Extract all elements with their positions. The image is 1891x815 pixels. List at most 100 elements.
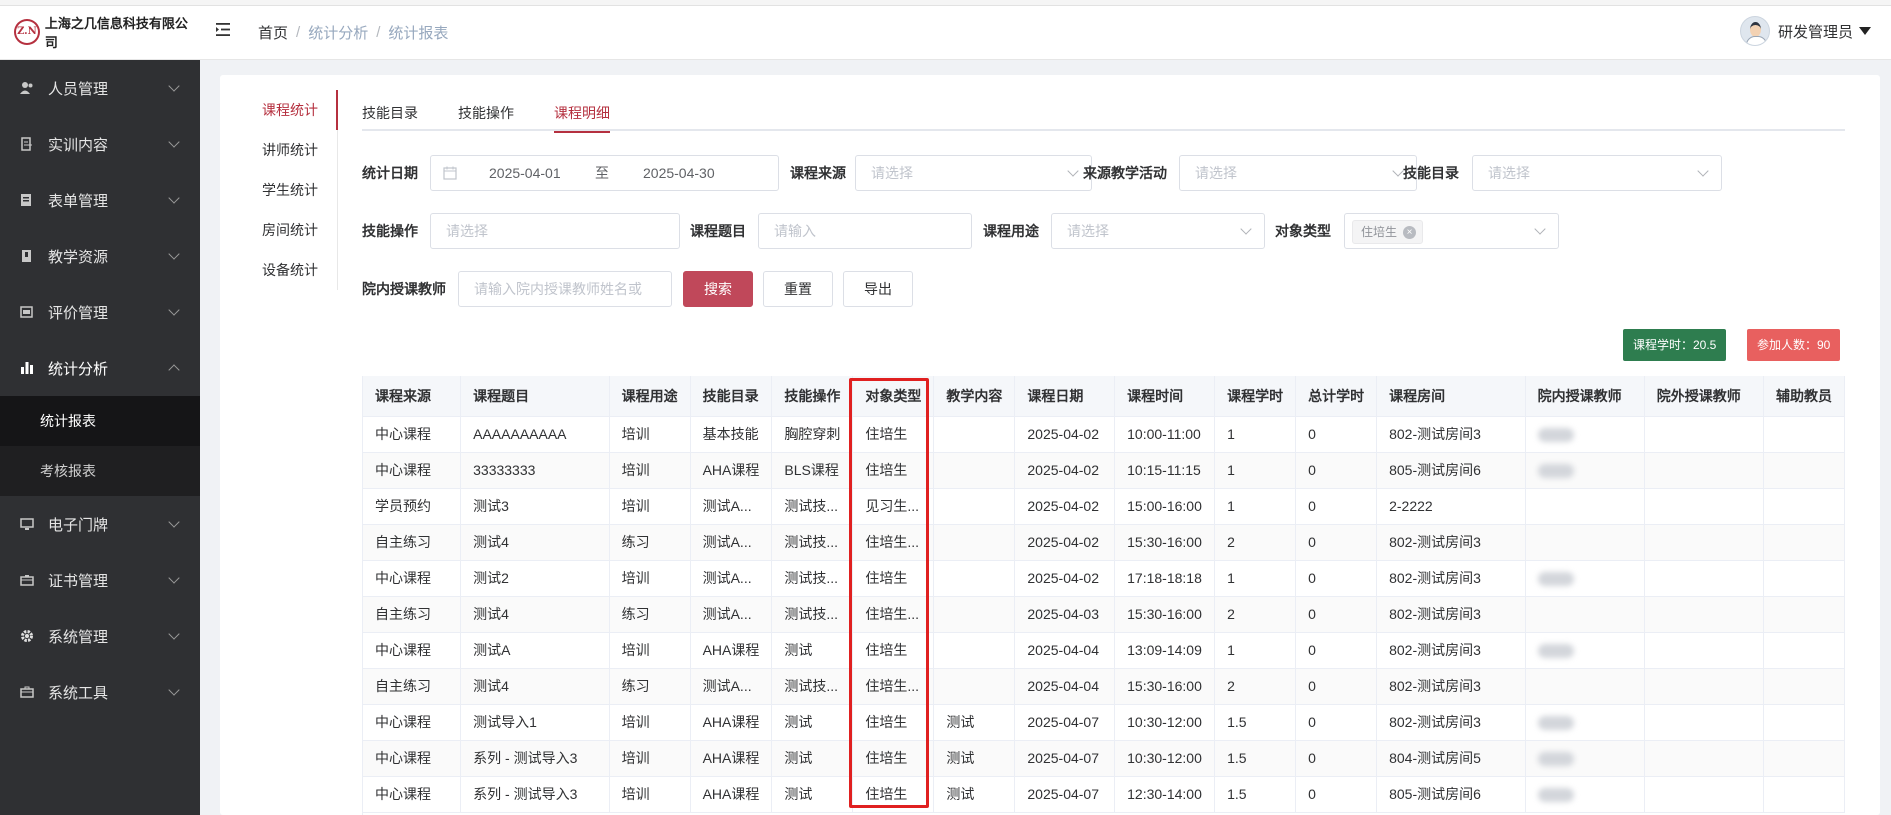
table-cell: 0	[1295, 560, 1378, 597]
table-cell	[1644, 632, 1764, 669]
teacher-input[interactable]: 请输入院内授课教师姓名或	[458, 271, 672, 307]
source-select[interactable]: 请选择	[855, 155, 1092, 191]
sidebar-item-resources[interactable]: 教学资源	[0, 228, 200, 284]
table-cell: 33333333	[460, 452, 610, 489]
tab-skill-operation[interactable]: 技能操作	[458, 95, 514, 131]
table-row: 中心课程 测试2 培训 测试A... 测试技... 住培生 2025-04-02 17:18-…	[363, 560, 1845, 597]
table-cell: 805-测试房间6	[1376, 452, 1526, 489]
redacted-teacher-name	[1537, 572, 1574, 587]
table-cell: 测试2	[460, 560, 610, 597]
table-cell: 测试导入1	[460, 704, 610, 741]
table-cell: 0	[1295, 596, 1378, 633]
source-placeholder: 请选择	[871, 165, 913, 181]
table-cell: 2025-04-07	[1014, 740, 1116, 777]
breadcrumb-stats[interactable]: 统计分析	[308, 22, 368, 43]
purpose-select[interactable]: 请选择	[1051, 213, 1265, 249]
main-panel: 课程统计 讲师统计 学生统计 房间统计 设备统计 技能目录 技能操作 课程明细 …	[220, 75, 1880, 815]
sidebar-item-training[interactable]: 实训内容	[0, 116, 200, 172]
sidebar-item-form[interactable]: 表单管理	[0, 172, 200, 228]
skill-dir-select[interactable]: 请选择	[1472, 155, 1722, 191]
breadcrumb-home[interactable]: 首页	[258, 22, 288, 43]
sidebar-item-label: 系统工具	[48, 684, 109, 702]
stat-nav-student[interactable]: 学生统计	[220, 170, 337, 210]
sidebar-item-certificate[interactable]: 证书管理	[0, 552, 200, 608]
avatar[interactable]	[1739, 16, 1770, 46]
table-cell: 中心课程	[363, 632, 462, 669]
reset-button[interactable]: 重置	[763, 271, 833, 307]
table-cell	[1644, 524, 1764, 561]
training-icon	[21, 137, 32, 151]
table-cell	[1763, 776, 1845, 813]
search-button[interactable]: 搜索	[683, 271, 753, 307]
table-cell	[933, 632, 1016, 669]
column-header: 辅助教员	[1763, 376, 1845, 417]
table-cell	[1644, 452, 1764, 489]
topic-input[interactable]: 请输入	[758, 213, 972, 249]
stat-nav-device[interactable]: 设备统计	[220, 250, 337, 290]
close-icon[interactable]: ×	[1403, 225, 1417, 239]
topic-label: 课程题目	[690, 223, 746, 239]
column-header: 课程来源	[363, 376, 462, 417]
table-cell: 培训	[609, 488, 691, 525]
table-cell: 0	[1295, 452, 1378, 489]
user-name[interactable]: 研发管理员	[1778, 21, 1853, 42]
sidebar-item-doorplate[interactable]: 电子门牌	[0, 496, 200, 552]
sidebar-item-label: 电子门牌	[48, 516, 109, 534]
date-range-picker[interactable]: 2025-04-01 至 2025-04-30	[430, 155, 779, 191]
purpose-placeholder: 请选择	[1067, 223, 1109, 239]
table-cell: 1	[1214, 488, 1297, 525]
stat-nav-room[interactable]: 房间统计	[220, 210, 337, 250]
table-cell: 住培生	[852, 776, 935, 813]
export-button[interactable]: 导出	[843, 271, 913, 307]
table-cell: 住培生...	[852, 524, 935, 561]
table-cell: 1	[1214, 560, 1297, 597]
evaluate-icon	[20, 306, 33, 318]
sidebar-subitem-report[interactable]: 统计报表	[0, 396, 200, 446]
table-cell: 2-2222	[1376, 488, 1526, 525]
table-cell	[1644, 776, 1764, 813]
tab-course-detail[interactable]: 课程明细	[554, 95, 610, 133]
sidebar-item-label: 系统管理	[48, 628, 109, 646]
date-end[interactable]: 2025-04-30	[643, 156, 715, 190]
redacted-teacher-name	[1537, 716, 1574, 731]
stat-nav-lecturer[interactable]: 讲师统计	[220, 130, 337, 170]
chevron-down-icon	[168, 304, 180, 316]
calendar-icon	[443, 166, 457, 180]
user-menu[interactable]: 研发管理员	[1739, 16, 1871, 46]
menu-toggle-icon[interactable]	[216, 21, 233, 38]
table-cell	[1763, 704, 1845, 741]
skill-op-select[interactable]: 请选择	[430, 213, 680, 249]
table-cell: 2025-04-07	[1014, 776, 1116, 813]
table-cell: BLS课程	[771, 452, 854, 489]
table-row: 中心课程 33333333 培训 AHA课程 BLS课程 住培生 2025-04-02 10:…	[363, 452, 1845, 489]
table-cell: 中心课程	[363, 740, 462, 777]
activity-select[interactable]: 请选择	[1179, 155, 1417, 191]
chevron-down-icon	[1240, 223, 1252, 235]
table-cell: 练习	[609, 596, 691, 633]
table-cell	[1763, 632, 1845, 669]
sidebar-subitem-exam-report[interactable]: 考核报表	[0, 446, 200, 496]
sidebar-item-tools[interactable]: 系统工具	[0, 664, 200, 720]
tab-skill-directory[interactable]: 技能目录	[362, 95, 418, 131]
table-cell: 中心课程	[363, 452, 462, 489]
table-cell: 自主练习	[363, 596, 462, 633]
sidebar-item-stats[interactable]: 统计分析	[0, 340, 200, 396]
table-cell: 见习生...	[852, 488, 935, 525]
table-cell	[1525, 704, 1645, 741]
table-row: 中心课程 系列 - 测试导入3 培训 AHA课程 测试 住培生 测试 2025-04-07 12…	[363, 776, 1845, 813]
target-select[interactable]: 住培生 ×	[1344, 213, 1559, 249]
table-cell: 0	[1295, 704, 1378, 741]
chevron-down-icon	[168, 192, 180, 204]
date-start[interactable]: 2025-04-01	[489, 156, 561, 190]
table-cell: 自主练习	[363, 668, 462, 705]
sidebar-item-evaluate[interactable]: 评价管理	[0, 284, 200, 340]
sidebar-item-people[interactable]: 人员管理	[0, 60, 200, 116]
sidebar-item-system[interactable]: 系统管理	[0, 608, 200, 664]
table-cell: 2	[1214, 524, 1297, 561]
stat-nav-course[interactable]: 课程统计	[220, 90, 338, 130]
table-cell	[1644, 668, 1764, 705]
target-tag[interactable]: 住培生 ×	[1352, 220, 1424, 244]
table-row: 中心课程 测试A 培训 AHA课程 测试 住培生 2025-04-04 13:09-14:09…	[363, 632, 1845, 669]
skill-dir-label: 技能目录	[1403, 165, 1459, 181]
caret-down-icon[interactable]	[1859, 27, 1871, 35]
